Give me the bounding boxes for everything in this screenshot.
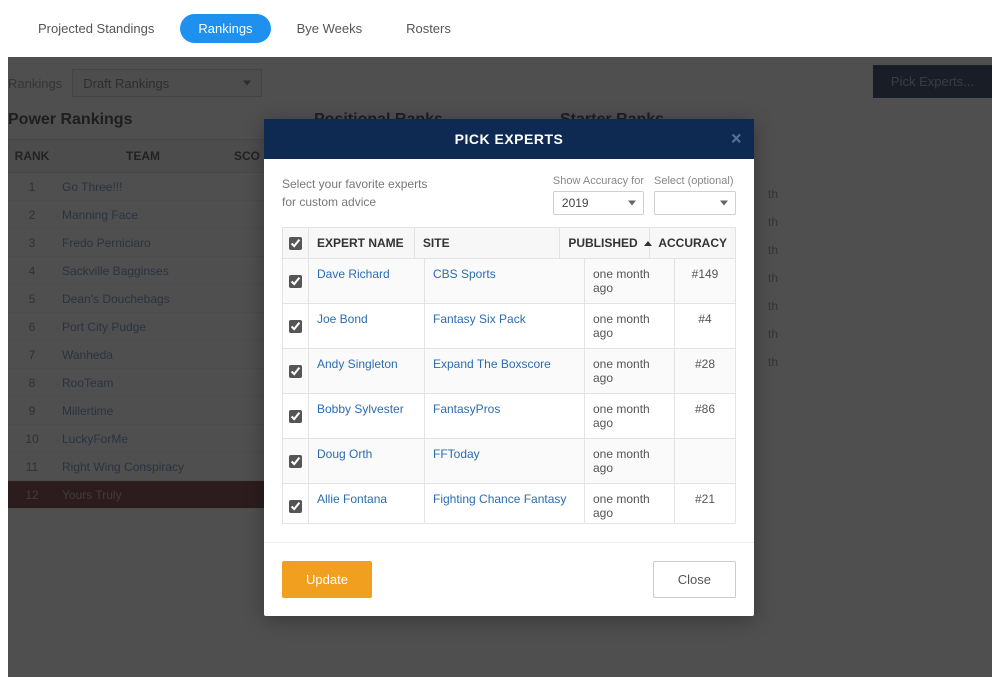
site-cell: Fantasy Six Pack (425, 304, 585, 348)
expert-name-link[interactable]: Dave Richard (317, 267, 390, 281)
site-cell: FFToday (425, 439, 585, 483)
year-select[interactable]: 2019 (553, 191, 644, 215)
row-checkbox-cell (283, 304, 309, 348)
header-checkbox-cell (283, 228, 309, 258)
accuracy-cell: #149 (675, 259, 735, 303)
show-accuracy-label: Show Accuracy for (553, 175, 644, 187)
accuracy-cell: #86 (675, 394, 735, 438)
select-optional-label: Select (optional) (654, 175, 736, 187)
site-cell: CBS Sports (425, 259, 585, 303)
modal-selects: Show Accuracy for 2019 Select (optional) (553, 175, 736, 215)
modal-footer: Update Close (264, 542, 754, 616)
row-checkbox[interactable] (289, 455, 302, 468)
expert-name-cell: Andy Singleton (309, 349, 425, 393)
expert-row: Andy Singleton Expand The Boxscore one mon… (283, 349, 735, 394)
accuracy-cell: #4 (675, 304, 735, 348)
header-expert-name[interactable]: EXPERT NAME (309, 228, 415, 258)
published-cell: one month ago (585, 484, 675, 523)
published-cell: one month ago (585, 304, 675, 348)
row-checkbox[interactable] (289, 500, 302, 513)
modal-body: Select your favorite experts for custom … (264, 159, 754, 532)
site-link[interactable]: CBS Sports (433, 267, 496, 281)
pick-experts-modal: PICK EXPERTS × Select your favorite expe… (264, 119, 754, 616)
header-published[interactable]: PUBLISHED (560, 228, 650, 258)
header-accuracy[interactable]: ACCURACY (650, 228, 735, 258)
expert-name-link[interactable]: Doug Orth (317, 447, 372, 461)
row-checkbox-cell (283, 394, 309, 438)
expert-row: Doug Orth FFToday one month ago (283, 439, 735, 484)
published-cell: one month ago (585, 394, 675, 438)
experts-body[interactable]: Dave RichardCBS Sportsone month ago#149J… (283, 259, 735, 523)
row-checkbox[interactable] (289, 410, 302, 423)
accuracy-cell (675, 439, 735, 483)
expert-name-link[interactable]: Andy Singleton (317, 357, 398, 371)
experts-grid: EXPERT NAME SITE PUBLISHED ACCURACY Dave… (282, 227, 736, 524)
close-icon[interactable]: × (731, 129, 742, 150)
published-cell: one month ago (585, 259, 675, 303)
expert-name-link[interactable]: Joe Bond (317, 312, 368, 326)
nav-rosters[interactable]: Rosters (388, 14, 469, 43)
published-cell: one month ago (585, 349, 675, 393)
row-checkbox[interactable] (289, 320, 302, 333)
experts-header: EXPERT NAME SITE PUBLISHED ACCURACY (283, 228, 735, 259)
optional-select-group: Select (optional) (654, 175, 736, 215)
row-checkbox-cell (283, 439, 309, 483)
expert-name-cell: Allie Fontana (309, 484, 425, 523)
modal-desc-line2: for custom advice (282, 195, 376, 209)
nav-rankings[interactable]: Rankings (180, 14, 270, 43)
site-link[interactable]: FantasyPros (433, 402, 500, 416)
modal-header: PICK EXPERTS × (264, 119, 754, 159)
modal-title: PICK EXPERTS (455, 131, 564, 147)
expert-name-cell: Bobby Sylvester (309, 394, 425, 438)
row-checkbox-cell (283, 259, 309, 303)
expert-row: Allie Fontana Fighting Chance Fantasy one … (283, 484, 735, 523)
site-link[interactable]: Expand The Boxscore (433, 357, 551, 371)
published-cell: one month ago (585, 439, 675, 483)
row-checkbox-cell (283, 484, 309, 523)
expert-name-cell: Dave Richard (309, 259, 425, 303)
site-cell: Expand The Boxscore (425, 349, 585, 393)
optional-select[interactable] (654, 191, 736, 215)
site-cell: FantasyPros (425, 394, 585, 438)
header-published-label: PUBLISHED (568, 236, 637, 250)
expert-name-cell: Joe Bond (309, 304, 425, 348)
accuracy-cell: #28 (675, 349, 735, 393)
main-area: Rankings Draft Rankings Pick Experts... … (8, 57, 992, 677)
row-checkbox[interactable] (289, 365, 302, 378)
select-all-checkbox[interactable] (289, 237, 302, 250)
row-checkbox[interactable] (289, 275, 302, 288)
expert-row: Joe Bond Fantasy Six Pack one month ago#4 (283, 304, 735, 349)
close-button[interactable]: Close (653, 561, 736, 598)
site-link[interactable]: Fighting Chance Fantasy (433, 492, 566, 506)
modal-description: Select your favorite experts for custom … (282, 175, 539, 215)
expert-name-link[interactable]: Bobby Sylvester (317, 402, 404, 416)
header-site[interactable]: SITE (415, 228, 560, 258)
update-button[interactable]: Update (282, 561, 372, 598)
expert-row: Bobby Sylvester FantasyPros one month ago#… (283, 394, 735, 439)
accuracy-cell: #21 (675, 484, 735, 523)
expert-name-cell: Doug Orth (309, 439, 425, 483)
nav-projected-standings[interactable]: Projected Standings (20, 14, 172, 43)
nav-bye-weeks[interactable]: Bye Weeks (279, 14, 381, 43)
site-link[interactable]: Fantasy Six Pack (433, 312, 526, 326)
expert-row: Dave Richard CBS Sports one month ago#149 (283, 259, 735, 304)
top-nav: Projected Standings Rankings Bye Weeks R… (0, 0, 1000, 57)
site-link[interactable]: FFToday (433, 447, 480, 461)
modal-top-row: Select your favorite experts for custom … (282, 175, 736, 215)
modal-desc-line1: Select your favorite experts (282, 177, 427, 191)
expert-name-link[interactable]: Allie Fontana (317, 492, 387, 506)
site-cell: Fighting Chance Fantasy (425, 484, 585, 523)
accuracy-year-group: Show Accuracy for 2019 (553, 175, 644, 215)
row-checkbox-cell (283, 349, 309, 393)
